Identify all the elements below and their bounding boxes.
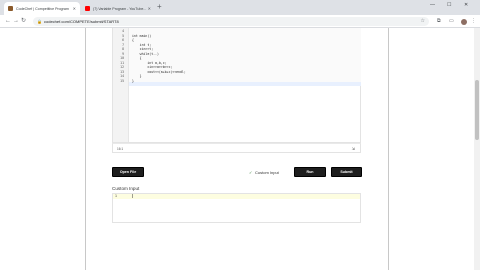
forward-icon[interactable]: → (13, 18, 19, 24)
tab-title: (7) Variable Program - YouTube... (93, 6, 147, 11)
code-line: } (132, 78, 134, 83)
code-line: cout<<(a+b+c)<<endl; (132, 69, 186, 74)
content-right-border (388, 28, 389, 270)
code-line: while(t--) (132, 51, 159, 56)
line-number: 15 (120, 78, 124, 83)
run-button[interactable]: Run (294, 167, 326, 177)
line-number: 6 (122, 38, 124, 42)
line-number-gutter: 4 5 6 7 8 9 10 11 12 13 14 15 (113, 28, 129, 142)
custom-input-checkbox[interactable]: ✓ Custom Input (249, 170, 279, 175)
menu-icon[interactable]: ⋮ (471, 18, 476, 24)
page-scrollbar[interactable] (474, 28, 480, 270)
code-area (129, 28, 361, 86)
active-line-highlight (113, 194, 360, 199)
custom-input-textarea[interactable]: 1 I (112, 193, 361, 223)
custom-input-checkbox-label: Custom Input (255, 170, 279, 175)
window-close-icon[interactable]: ✕ (464, 2, 468, 8)
close-icon[interactable]: ✕ (148, 6, 151, 11)
code-line: { (132, 38, 134, 42)
line-number: 7 (122, 42, 124, 47)
browser-toolbar: ← → ↻ 🔒 codechef.com/COMPETE/submit/STAR… (0, 15, 480, 28)
code-line: cin>>a>>b>>c; (132, 65, 173, 69)
code-line: int main() (132, 33, 152, 38)
line-number: 4 (122, 29, 124, 33)
bookmark-star-icon[interactable]: ☆ (421, 18, 425, 24)
line-number: 9 (122, 51, 124, 56)
content-left-border (85, 28, 86, 270)
line-number: 14 (120, 74, 124, 78)
youtube-favicon-icon (85, 6, 90, 11)
tab-title: CodeChef | Competitive Program (16, 6, 69, 11)
current-line-highlight (113, 82, 361, 86)
code-editor[interactable]: 4 5 6 7 8 9 10 11 12 13 14 15 int main()… (112, 28, 361, 143)
submit-button[interactable]: Submit (331, 167, 362, 177)
back-icon[interactable]: ← (5, 18, 11, 24)
extensions-icon[interactable]: ⧉ (437, 18, 441, 24)
browser-tab-strip: CodeChef | Competitive Program ✕ (7) Var… (0, 0, 480, 15)
maximize-icon[interactable]: ☐ (447, 2, 451, 8)
code-line: int a,b,c; (132, 60, 167, 65)
code-line: } (132, 74, 142, 78)
line-number: 13 (120, 69, 124, 74)
tab-codechef[interactable]: CodeChef | Competitive Program ✕ (4, 2, 80, 15)
line-number: 8 (122, 47, 124, 51)
cast-icon[interactable]: ▭ (449, 18, 454, 24)
close-icon[interactable]: ✕ (73, 6, 76, 11)
editor-status-bar: 16:1 ⇲ (112, 143, 361, 153)
address-bar[interactable]: 🔒 codechef.com/COMPETE/submit/START8 ☆ (33, 17, 429, 26)
line-number: 10 (120, 56, 124, 60)
minimize-icon[interactable]: — (430, 2, 435, 8)
url-text: codechef.com/COMPETE/submit/START8 (44, 19, 119, 24)
text-cursor-icon: I (132, 194, 134, 200)
code-line: { (132, 56, 142, 60)
cursor-position: 16:1 (117, 147, 124, 151)
expand-icon[interactable]: ⇲ (352, 146, 355, 151)
avatar[interactable] (461, 19, 467, 25)
code-line: cin>>t; (132, 47, 154, 51)
codechef-favicon-icon (8, 6, 13, 11)
new-tab-icon[interactable]: + (157, 3, 162, 11)
line-number: 5 (122, 33, 124, 38)
line-number: 1 (115, 194, 117, 198)
lock-icon: 🔒 (37, 19, 42, 24)
line-number: 11 (120, 60, 124, 65)
page-content: 4 5 6 7 8 9 10 11 12 13 14 15 int main()… (0, 28, 480, 270)
code-line: int t; (132, 42, 152, 47)
checkmark-icon: ✓ (249, 169, 253, 175)
custom-input-title: Custom Input (112, 186, 140, 191)
reload-icon[interactable]: ↻ (21, 18, 26, 24)
open-file-button[interactable]: Open File (112, 167, 144, 177)
tab-youtube[interactable]: (7) Variable Program - YouTube... ✕ (81, 2, 155, 15)
scrollbar-thumb[interactable] (475, 80, 479, 140)
line-number: 12 (120, 65, 124, 69)
